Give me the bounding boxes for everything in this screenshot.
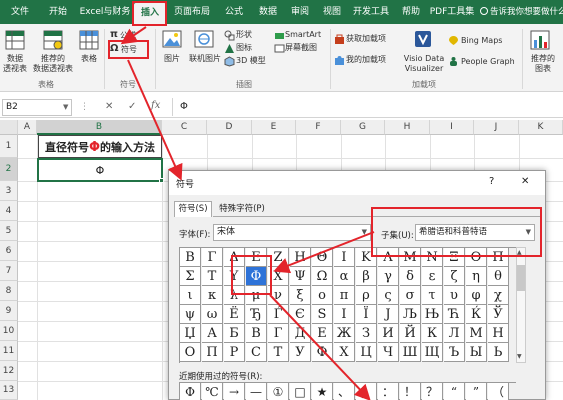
arrow-symbol-to-dialog	[127, 59, 183, 181]
annotation-arrows	[120, 26, 375, 400]
arrow-insert-to-symbol	[120, 26, 147, 45]
arrow-subset-to-phi	[273, 231, 375, 274]
arrow-phi-to-insert	[269, 294, 371, 400]
